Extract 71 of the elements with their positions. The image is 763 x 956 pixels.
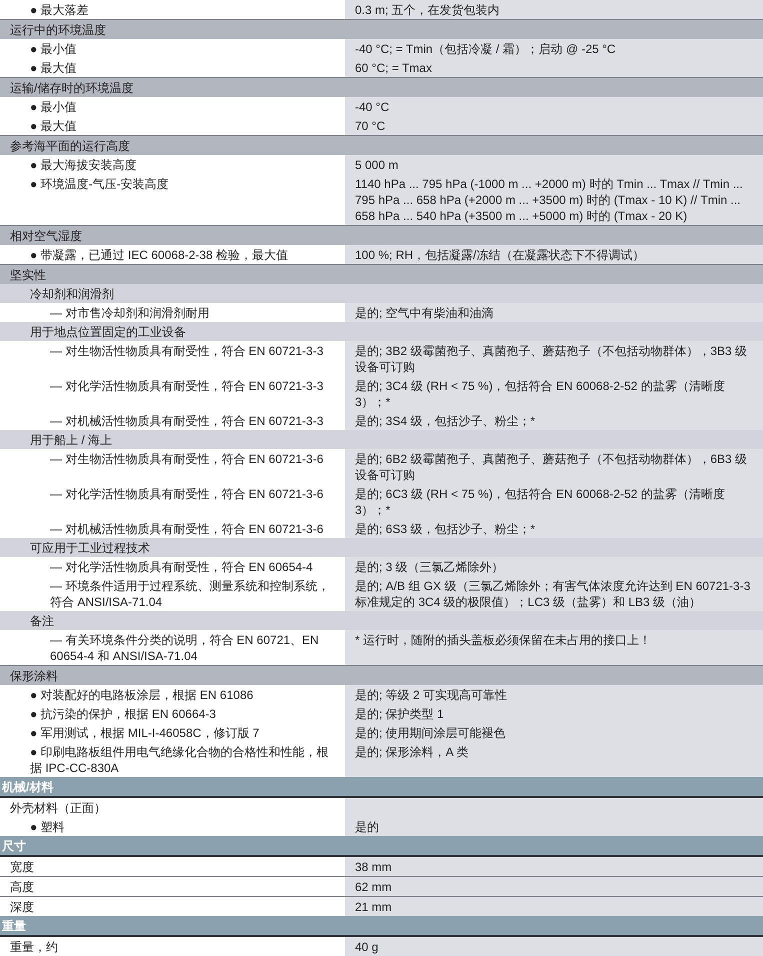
spec-value: 795 hPa ... 658 hPa (+2000 m ... +3500 m) 时的 (Tmax - 10 K) // Tmin ... — [355, 192, 742, 208]
spec-value: 1140 hPa ... 795 hPa (-1000 m ... +2000 m) 时的 Tmin ... Tmax // Tmin ... — [355, 176, 744, 192]
spec-label: ● 抗污染的保护，根据 EN 60664-3 — [30, 706, 217, 722]
spec-label: — 对市售冷却剂和润滑剂耐用 — [50, 304, 210, 320]
spec-label: ● 带凝露，已通过 IEC 60068-2-38 检验，最大值 — [30, 246, 289, 262]
group-heading: 参考海平面的运行高度 — [0, 136, 763, 155]
spec-value: 是的; 3S4 级，包括沙子、粉尘；* — [355, 412, 536, 428]
spec-label: ● 最大海拔安装高度 — [30, 156, 138, 172]
spec-value: 是的; 使用期间涂层可能褪色 — [355, 724, 507, 740]
spec-value: 5 000 m — [355, 156, 400, 172]
spec-value: 是的; 保护类型 1 — [355, 706, 445, 722]
spec-label: — 对生物活性物质具有耐受性，符合 EN 60721-3-3 — [50, 342, 324, 358]
spec-value: 是的; 6C3 级 (RH < 75 %)，包括符合 EN 60068-2-52 的盐雾（清晰度 3）；* — [355, 486, 726, 518]
spec-label: — 对化学活性物质具有耐受性，符合 EN 60721-3-3 — [50, 378, 324, 394]
subgroup-heading: 可应用于工业过程技术 — [0, 538, 763, 557]
spec-label: ● 环境温度-气压-安装高度 — [30, 176, 170, 192]
spec-value: 是的; 3 级（三氯乙烯除外） — [355, 558, 505, 574]
spec-label: — 环境条件适用于过程系统、测量系统和控制系统，符合 ANSI/ISA-71.04 — [50, 578, 330, 610]
group-heading: 保形涂料 — [0, 666, 763, 685]
spec-value: 62 mm — [355, 878, 393, 894]
spec-label: ● 最大值 — [30, 118, 78, 134]
section-heading: 重量 — [0, 916, 763, 937]
spec-value: 100 %; RH，包括凝露/冻结（在凝露状态下不得调试） — [355, 246, 646, 262]
spec-value: 是的; 6B2 级霉菌孢子、真菌孢子、蘑菇孢子（不包括动物群体），6B3 级设备可订购 — [355, 450, 748, 482]
spec-value: 0.3 m; 五个，在发货包装内 — [355, 2, 501, 18]
spec-label: ● 最大落差 — [30, 2, 90, 18]
spec-value: 70 °C — [355, 118, 386, 134]
spec-value: * 运行时，随附的插头盖板必须保留在未占用的接口上！ — [355, 632, 652, 648]
spec-label: — 对化学活性物质具有耐受性，符合 EN 60721-3-6 — [50, 486, 324, 502]
section-heading: 尺寸 — [0, 836, 763, 857]
spec-label: ● 对装配好的电路板涂层，根据 EN 61086 — [30, 686, 254, 702]
spec-value: 是的 — [355, 818, 380, 834]
spec-value: 是的; 6S3 级，包括沙子、粉尘；* — [355, 520, 536, 536]
spec-label: ● 最小值 — [30, 98, 78, 114]
spec-label: ● 塑料 — [30, 818, 66, 834]
spec-value: 是的; 3C4 级 (RH < 75 %)，包括符合 EN 60068-2-52 的盐雾（清晰度 3）；* — [355, 378, 726, 410]
spec-value: 60 °C; = Tmax — [355, 60, 433, 76]
spec-label: ● 最大值 — [30, 60, 78, 76]
spec-value: -40 °C — [355, 98, 390, 114]
spec-value: 是的; 空气中有柴油和油滴 — [355, 304, 495, 320]
spec-value: 658 hPa ... 540 hPa (+3500 m ... +5000 m) 时的 (Tmax - 20 K) — [355, 208, 688, 224]
spec-value: 40 g — [355, 938, 380, 954]
spec-value: 是的; 3B2 级霉菌孢子、真菌孢子、蘑菇孢子（不包括动物群体），3B3 级设备可订购 — [355, 342, 748, 374]
section-heading: 机械/材料 — [0, 777, 763, 798]
subgroup-heading: 用于船上 / 海上 — [0, 430, 763, 449]
spec-label: 重量，约 — [10, 938, 59, 954]
group-heading: 相对空气湿度 — [0, 226, 763, 245]
spec-value: 38 mm — [355, 858, 393, 874]
spec-value: 是的; A/B 组 GX 级（三氯乙烯除外；有害气体浓度允许达到 EN 60721-3-3 标准规定的 3C4 级的极限值）；LC3 级（盐雾）和 LB3 级（油） — [355, 578, 752, 610]
group-heading: 运行中的环境温度 — [0, 20, 763, 39]
spec-label: ● 军用测试，根据 MIL-I-46058C，修订版 7 — [30, 724, 260, 740]
spec-label: — 对机械活性物质具有耐受性，符合 EN 60721-3-6 — [50, 520, 324, 536]
spec-label: ● 最小值 — [30, 40, 78, 56]
spec-value: 是的; 保形涂料，A 类 — [355, 744, 470, 760]
spec-label: 深度 — [10, 898, 35, 914]
spec-label: — 对机械活性物质具有耐受性，符合 EN 60721-3-3 — [50, 412, 324, 428]
spec-value: -40 °C; = Tmin（包括冷凝 / 霜）；启动 @ -25 °C — [355, 40, 617, 56]
spec-value: 21 mm — [355, 898, 393, 914]
spec-label: — 有关环境条件分类的说明，符合 EN 60721、EN 60654-4 和 ANSI/ISA-71.04 — [50, 632, 320, 664]
group-heading: 坚实性 — [0, 265, 763, 284]
spec-value: 是的; 等级 2 可实现高可靠性 — [355, 686, 508, 702]
group-heading: 运输/储存时的环境温度 — [0, 78, 763, 97]
spec-label: 宽度 — [10, 858, 35, 874]
spec-label: — 对生物活性物质具有耐受性，符合 EN 60721-3-6 — [50, 450, 324, 466]
spec-label: — 对化学活性物质具有耐受性，符合 EN 60654-4 — [50, 558, 314, 574]
subgroup-heading: 冷却剂和润滑剂 — [0, 284, 763, 303]
subgroup-heading: 用于地点位置固定的工业设备 — [0, 322, 763, 341]
spec-label: ● 印刷电路板组件用电气绝缘化合物的合格性和性能，根据 IPC-CC-830A — [30, 744, 330, 776]
subgroup-heading: 备注 — [0, 611, 763, 630]
spec-label: 外壳材料（正面） — [10, 800, 107, 816]
spec-label: 高度 — [10, 878, 35, 894]
